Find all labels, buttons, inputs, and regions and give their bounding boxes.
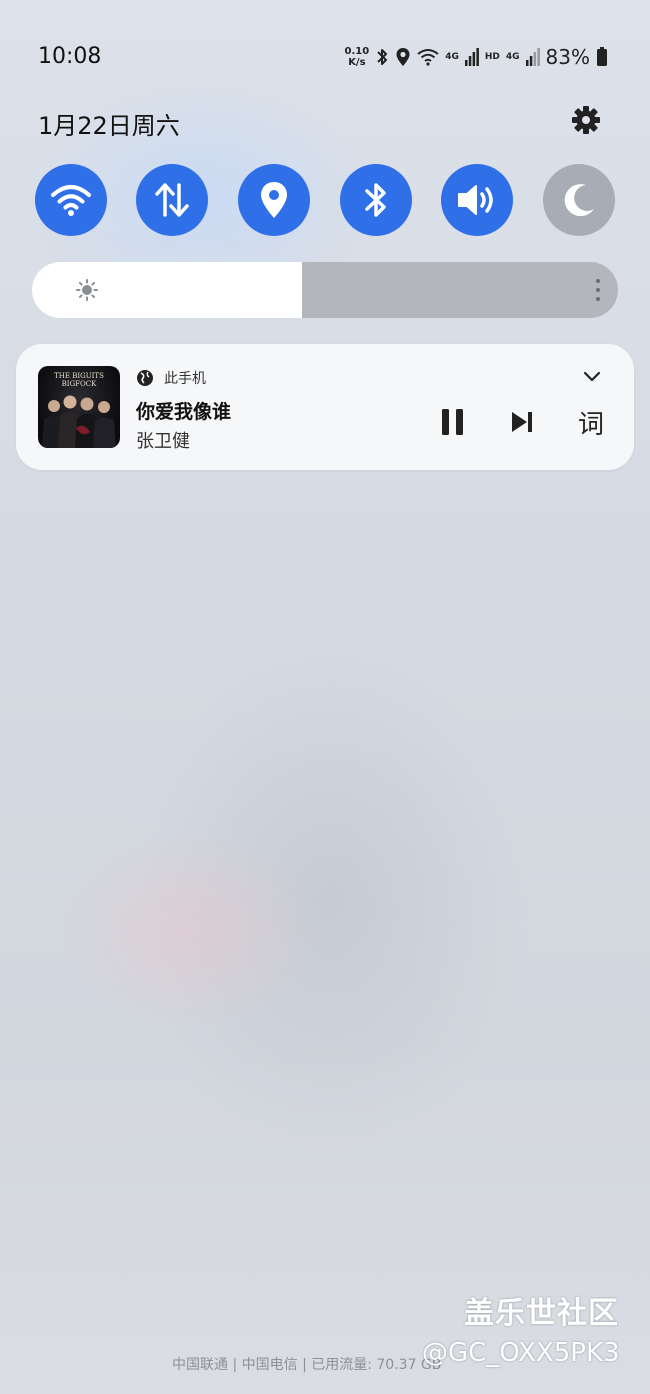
lyrics-button[interactable]: 词 bbox=[578, 404, 604, 441]
data-arrows-icon bbox=[155, 183, 189, 217]
brightness-fill bbox=[32, 262, 302, 318]
toggle-bluetooth[interactable] bbox=[340, 164, 412, 236]
globe-icon bbox=[137, 370, 153, 386]
pause-icon bbox=[442, 409, 463, 435]
album-art: THE BIGUITS BIGFOCK bbox=[38, 366, 120, 448]
status-time: 10:08 bbox=[38, 44, 102, 69]
network-speed-unit: K/s bbox=[348, 57, 366, 68]
next-track-button[interactable] bbox=[510, 410, 536, 438]
location-icon bbox=[261, 182, 287, 218]
watermark-line-1: 盖乐世社区 bbox=[464, 1296, 619, 1331]
wifi-icon bbox=[417, 49, 439, 66]
watermark-line-2: @GC_OXX5PK3 bbox=[422, 1338, 620, 1368]
toggle-mobile-data[interactable] bbox=[136, 164, 208, 236]
signal-icon bbox=[464, 48, 479, 66]
media-player-card[interactable]: THE BIGUITS BIGFOCK 此手机 你爱我像谁 张卫健 词 bbox=[16, 344, 634, 470]
skip-next-icon bbox=[512, 412, 532, 432]
network-type-2: 4G bbox=[505, 52, 520, 62]
date-label: 1月22日周六 bbox=[38, 112, 180, 140]
network-speed-value: 0.10 bbox=[344, 46, 370, 57]
moon-icon bbox=[564, 184, 594, 217]
battery-icon bbox=[597, 47, 607, 66]
output-source-label: 此手机 bbox=[164, 371, 206, 387]
gear-icon bbox=[572, 106, 600, 134]
wifi-icon bbox=[51, 185, 91, 216]
toggle-wifi[interactable] bbox=[35, 164, 107, 236]
status-icons: 0.10 K/s 4G HD 4G 83% bbox=[345, 45, 608, 69]
output-source[interactable]: 此手机 bbox=[136, 368, 206, 388]
sun-icon bbox=[76, 279, 98, 301]
bluetooth-icon bbox=[377, 49, 388, 65]
toggle-location[interactable] bbox=[238, 164, 310, 236]
expand-button[interactable] bbox=[582, 368, 602, 387]
pause-button[interactable] bbox=[440, 408, 466, 440]
signal-icon bbox=[525, 48, 540, 66]
toggle-dark-mode[interactable] bbox=[543, 164, 615, 236]
song-title: 你爱我像谁 bbox=[136, 401, 232, 423]
toggle-sound[interactable] bbox=[441, 164, 513, 236]
carrier-info: 中国联通 | 中国电信 | 已用流量: 70.37 GB bbox=[172, 1357, 442, 1373]
settings-button[interactable] bbox=[570, 104, 602, 136]
hd-indicator: HD bbox=[484, 52, 500, 62]
album-art-figures bbox=[42, 395, 116, 448]
volume-icon bbox=[458, 185, 493, 215]
network-speed: 0.10 K/s bbox=[345, 46, 370, 68]
bluetooth-icon bbox=[365, 183, 386, 217]
brightness-slider[interactable] bbox=[32, 262, 618, 318]
battery-percent: 83% bbox=[545, 45, 590, 69]
chevron-down-icon bbox=[583, 371, 601, 382]
song-artist: 张卫健 bbox=[136, 431, 190, 452]
network-type-1: 4G bbox=[445, 52, 459, 62]
more-options-icon[interactable] bbox=[596, 279, 600, 301]
location-icon bbox=[396, 48, 410, 66]
